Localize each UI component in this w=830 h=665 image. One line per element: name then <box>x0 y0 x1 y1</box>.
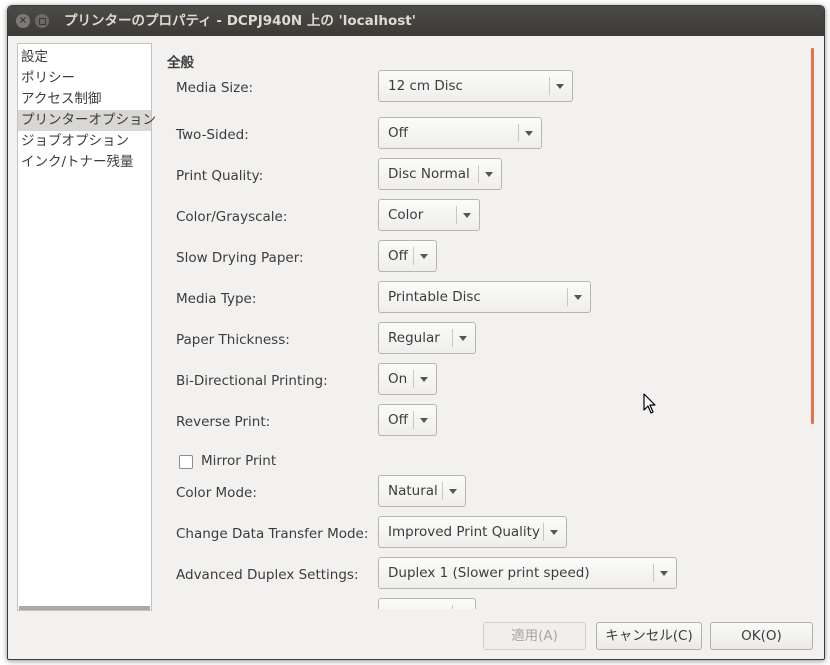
chevron-down-icon <box>525 131 533 136</box>
combo-separator <box>413 411 414 429</box>
chevron-down-icon <box>556 84 564 89</box>
bi-directional-printing-combo[interactable]: On <box>378 363 437 395</box>
print-quality-value: Disc Normal <box>388 166 470 182</box>
sidebar-item-ink-toner-levels[interactable]: インク/トナー残量 <box>18 152 151 173</box>
reverse-print-combo[interactable]: Off <box>378 404 437 436</box>
combo-separator <box>549 77 550 95</box>
sidebar-item-access-control[interactable]: アクセス制御 <box>18 89 151 110</box>
advanced-duplex-settings-combo[interactable]: Duplex 1 (Slower print speed) <box>378 557 677 589</box>
close-icon[interactable]: × <box>16 14 30 28</box>
window-title: プリンターのプロパティ - DCPJ940N 上の 'localhost' <box>64 13 416 29</box>
chevron-down-icon <box>420 377 428 382</box>
two-sided-combo[interactable]: Off <box>378 117 542 149</box>
section-title: 全般 <box>167 55 194 71</box>
color-grayscale-value: Color <box>388 207 424 223</box>
print-quality-combo[interactable]: Disc Normal <box>378 158 502 190</box>
chevron-down-icon <box>449 489 457 494</box>
mirror-print-checkbox[interactable] <box>179 455 193 469</box>
slow-drying-paper-value: Off <box>388 248 408 264</box>
media-size-combo[interactable]: 12 cm Disc <box>378 70 573 102</box>
combo-separator <box>452 605 453 609</box>
chevron-down-icon <box>420 254 428 259</box>
reverse-print-label: Reverse Print: <box>176 414 271 430</box>
color-grayscale-label: Color/Grayscale: <box>176 209 288 225</box>
change-data-transfer-mode-label: Change Data Transfer Mode: <box>176 526 369 542</box>
chevron-down-icon <box>463 213 471 218</box>
sidebar-list: 設定 ポリシー アクセス制御 プリンターオプション ジョブオプション インク/ト… <box>17 43 156 611</box>
apply-button[interactable]: 適用(A) <box>483 622 586 650</box>
change-data-transfer-mode-combo[interactable]: Improved Print Quality <box>378 516 567 548</box>
sidebar-item-job-options[interactable]: ジョブオプション <box>18 131 151 152</box>
chevron-down-icon <box>550 530 558 535</box>
two-sided-value: Off <box>388 125 408 141</box>
color-mode-label: Color Mode: <box>176 485 257 501</box>
mirror-print-label[interactable]: Mirror Print <box>201 453 276 469</box>
combo-separator <box>413 247 414 265</box>
combo-separator <box>567 288 568 306</box>
reverse-print-value: Off <box>388 412 408 428</box>
combo-separator <box>452 329 453 347</box>
ok-button[interactable]: OK(O) <box>710 622 813 650</box>
combo-separator <box>653 564 654 582</box>
color-mode-value: Natural <box>388 483 438 499</box>
sidebar-item-policy[interactable]: ポリシー <box>18 68 151 89</box>
printer-properties-window: × プリンターのプロパティ - DCPJ940N 上の 'localhost' … <box>7 5 825 660</box>
two-sided-label: Two-Sided: <box>176 127 249 143</box>
chevron-down-icon <box>420 418 428 423</box>
paper-thickness-value: Regular <box>388 330 440 346</box>
slow-drying-paper-label: Slow Drying Paper: <box>176 250 304 266</box>
options-panel: 全般 Media Size: 12 cm Disc Two-Sided: Off… <box>160 43 810 609</box>
sidebar-scrollbar[interactable] <box>19 606 150 610</box>
combo-separator <box>478 165 479 183</box>
media-type-combo[interactable]: Printable Disc <box>378 281 591 313</box>
chevron-down-icon <box>660 571 668 576</box>
combo-separator <box>413 370 414 388</box>
advanced-duplex-settings-value: Duplex 1 (Slower print speed) <box>388 565 590 581</box>
print-quality-label: Print Quality: <box>176 168 264 184</box>
media-type-value: Printable Disc <box>388 289 481 305</box>
bi-directional-printing-value: On <box>388 371 408 387</box>
paper-thickness-combo[interactable]: Regular <box>378 322 476 354</box>
media-type-label: Media Type: <box>176 291 257 307</box>
sidebar-item-settings[interactable]: 設定 <box>18 47 151 68</box>
advanced-duplex-settings-label: Advanced Duplex Settings: <box>176 567 359 583</box>
combo-separator <box>543 523 544 541</box>
sidebar-item-printer-options[interactable]: プリンターオプション <box>18 110 156 131</box>
color-mode-combo[interactable]: Natural <box>378 475 466 507</box>
paper-thickness-label: Paper Thickness: <box>176 332 290 348</box>
chevron-down-icon <box>574 295 582 300</box>
chevron-down-icon <box>485 172 493 177</box>
partial-combo[interactable] <box>378 598 476 609</box>
scroll-indicator[interactable] <box>811 48 814 424</box>
media-size-label: Media Size: <box>176 80 254 96</box>
change-data-transfer-mode-value: Improved Print Quality <box>388 524 540 540</box>
mouse-pointer-icon <box>643 393 656 414</box>
media-size-value: 12 cm Disc <box>388 78 463 94</box>
bi-directional-printing-label: Bi-Directional Printing: <box>176 373 328 389</box>
maximize-icon[interactable] <box>35 14 49 28</box>
combo-separator <box>518 124 519 142</box>
combo-separator <box>442 482 443 500</box>
combo-separator <box>456 206 457 224</box>
cancel-button[interactable]: キャンセル(C) <box>596 622 702 650</box>
slow-drying-paper-combo[interactable]: Off <box>378 240 437 272</box>
chevron-down-icon <box>459 336 467 341</box>
color-grayscale-combo[interactable]: Color <box>378 199 480 231</box>
title-bar[interactable]: × プリンターのプロパティ - DCPJ940N 上の 'localhost' <box>8 6 824 36</box>
